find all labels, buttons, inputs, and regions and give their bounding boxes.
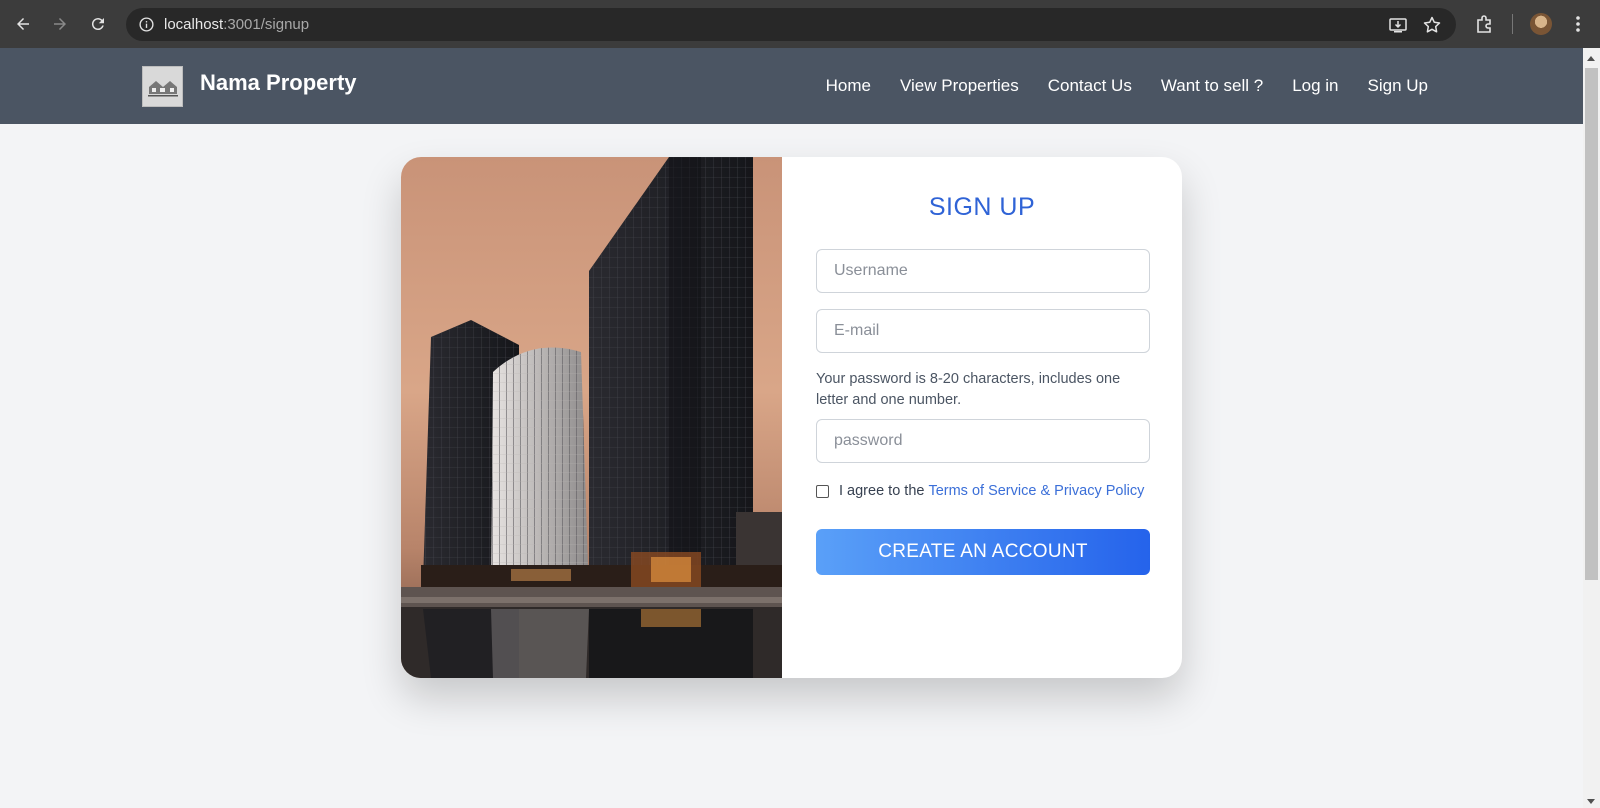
nav-want-to-sell[interactable]: Want to sell ? (1161, 76, 1263, 96)
signup-title: SIGN UP (928, 193, 1036, 221)
back-arrow-icon[interactable] (11, 12, 35, 36)
agree-text: I agree to the (839, 483, 925, 499)
password-hint: Your password is 8-20 characters, includ… (816, 371, 1121, 408)
house-logo-icon (147, 80, 178, 96)
bookmark-star-icon[interactable] (1422, 15, 1442, 35)
signup-form: SIGN UP Your password is 8-20 characters… (782, 157, 1182, 678)
username-input[interactable] (816, 249, 1150, 293)
url-text[interactable]: localhost:3001/signup (164, 16, 309, 33)
extensions-icon[interactable] (1474, 13, 1496, 35)
nav-log-in[interactable]: Log in (1292, 76, 1338, 96)
address-bar[interactable]: localhost:3001/signup (126, 8, 1456, 41)
email-input[interactable] (816, 309, 1150, 353)
terms-agreement: I agree to the Terms of Service & Privac… (816, 483, 1144, 499)
scroll-up-arrow-icon[interactable] (1587, 56, 1595, 61)
signup-card: SIGN UP Your password is 8-20 characters… (401, 157, 1182, 678)
toolbar-divider (1512, 14, 1513, 34)
nav-contact-us[interactable]: Contact Us (1048, 76, 1132, 96)
install-app-icon[interactable] (1388, 15, 1408, 35)
scrollbar-thumb[interactable] (1585, 68, 1598, 580)
terms-link[interactable]: Terms of Service & Privacy Policy (928, 483, 1144, 499)
agree-checkbox[interactable] (816, 484, 829, 498)
more-menu-icon[interactable] (1572, 12, 1584, 36)
browser-toolbar: localhost:3001/signup (0, 0, 1600, 48)
site-info-icon[interactable] (138, 16, 155, 33)
buildings-photo (401, 157, 782, 678)
brand-name[interactable]: Nama Property (200, 70, 357, 96)
reload-icon[interactable] (86, 12, 110, 36)
url-path: :3001/signup (223, 16, 310, 33)
profile-avatar-icon[interactable] (1530, 13, 1552, 35)
nav-sign-up[interactable]: Sign Up (1368, 76, 1428, 96)
url-host: localhost (164, 16, 224, 33)
password-input[interactable] (816, 419, 1150, 463)
brand-logo[interactable] (142, 66, 183, 107)
nav-home[interactable]: Home (826, 76, 871, 96)
site-header: Nama Property Home View Properties Conta… (0, 48, 1583, 124)
forward-arrow-icon[interactable] (48, 12, 72, 36)
scroll-down-arrow-icon[interactable] (1587, 799, 1595, 804)
create-account-button[interactable]: CREATE AN ACCOUNT (816, 529, 1150, 575)
nav-view-properties[interactable]: View Properties (900, 76, 1019, 96)
main-nav: Home View Properties Contact Us Want to … (826, 76, 1428, 96)
page-scrollbar[interactable] (1583, 48, 1600, 808)
